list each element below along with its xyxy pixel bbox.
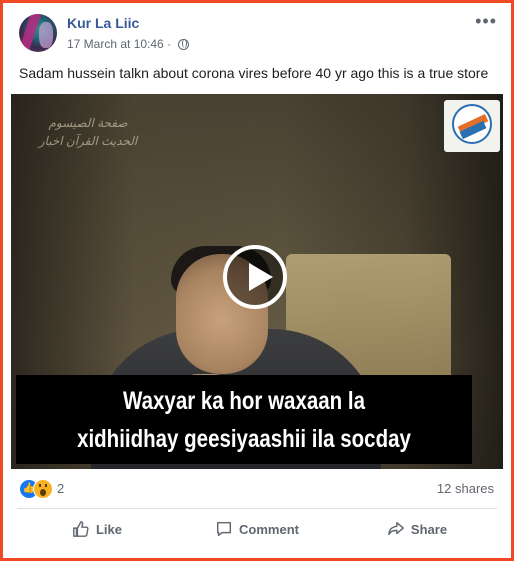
- wow-reaction-icon: [33, 479, 53, 499]
- post-text: Sadam hussein talkn about corona vires b…: [19, 65, 489, 81]
- share-button[interactable]: Share: [337, 509, 497, 549]
- like-button[interactable]: Like: [17, 509, 177, 549]
- comment-icon: [216, 521, 232, 537]
- post-card: Kur La Liic 17 March at 10:46 · ••• Sada…: [3, 3, 511, 558]
- caption-line-2: xidhiidhay geesiyaashii ila socday: [77, 425, 411, 453]
- shares-count[interactable]: 12 shares: [437, 481, 494, 496]
- play-icon[interactable]: [223, 245, 287, 309]
- video-watermark-text: صفحة الصيسوم الحديث القرآن اخبار: [33, 114, 143, 150]
- author-avatar[interactable]: [19, 14, 57, 52]
- author-name[interactable]: Kur La Liic: [67, 15, 139, 31]
- thumbs-up-icon: [73, 521, 89, 537]
- channel-logo: [444, 100, 500, 152]
- share-label: Share: [410, 521, 448, 537]
- more-options-icon[interactable]: •••: [475, 11, 497, 32]
- video-player[interactable]: صفحة الصيسوم الحديث القرآن اخبار Waxyar …: [11, 94, 503, 469]
- watermark-line-1: صفحة الصيسوم: [48, 116, 128, 130]
- post-timestamp[interactable]: 17 March at 10:46: [67, 37, 164, 51]
- channel-logo-emblem: [452, 104, 492, 144]
- meta-separator: ·: [167, 37, 172, 51]
- like-label: Like: [95, 521, 122, 537]
- caption-line-1: Waxyar ka hor waxaan la: [123, 387, 365, 415]
- video-caption: Waxyar ka hor waxaan la xidhiidhay geesi…: [57, 382, 431, 458]
- reaction-count: 2: [57, 481, 65, 496]
- comment-button[interactable]: Comment: [177, 509, 337, 549]
- comment-label: Comment: [239, 521, 299, 537]
- share-arrow-icon: [388, 521, 404, 536]
- post-meta: 17 March at 10:46 ·: [67, 37, 190, 51]
- watermark-line-2: الحديث القرآن اخبار: [38, 134, 138, 148]
- globe-icon: [178, 39, 190, 50]
- action-bar: Like Comment Share: [17, 509, 497, 549]
